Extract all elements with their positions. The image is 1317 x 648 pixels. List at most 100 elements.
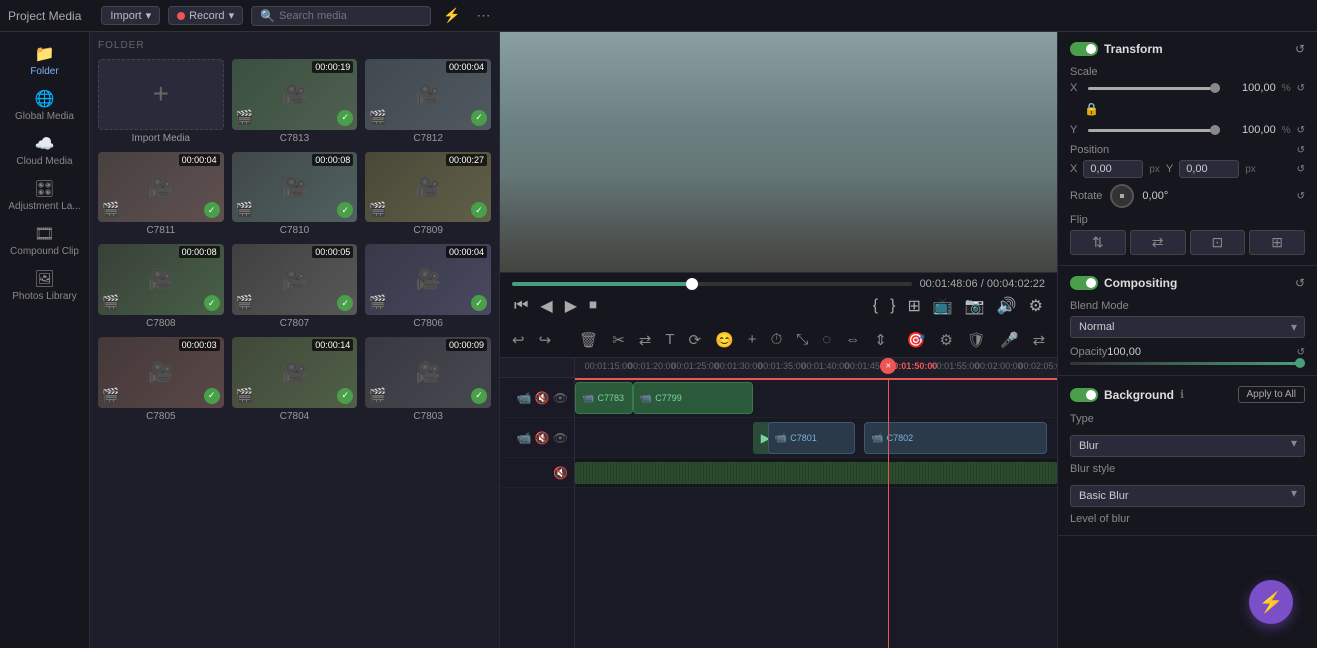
media-item-c7806[interactable]: 🎥 00:00:04 ✓ 🎬 C7806 [365, 244, 491, 329]
sidebar-item-folder[interactable]: 📁 Folder [4, 40, 85, 81]
mark-in-button[interactable]: { [871, 295, 880, 317]
opacity-slider[interactable] [1070, 362, 1305, 365]
tool-mask-button[interactable]: ◌ [818, 328, 835, 351]
tool-resize-button[interactable]: ⤡ [792, 328, 812, 351]
pos-x-input[interactable] [1083, 160, 1143, 178]
import-button[interactable]: Import ▾ [101, 6, 160, 25]
scale-x-thumb[interactable] [1210, 83, 1220, 93]
position-reset[interactable]: ↺ [1297, 145, 1305, 156]
tool-delete-button[interactable]: 🗑 [575, 328, 602, 352]
blend-mode-select[interactable]: Normal Multiply Screen Overlay [1070, 316, 1305, 338]
tool-add-button[interactable]: + [744, 328, 761, 351]
background-toggle[interactable] [1070, 388, 1098, 402]
clip-c7783[interactable]: 📹 C7783 [575, 382, 633, 414]
fab-button[interactable]: ⚡ [1249, 580, 1293, 624]
media-item-c7808[interactable]: 🎥 00:00:08 ✓ 🎬 C7808 [98, 244, 224, 329]
sidebar-item-compound[interactable]: 🎞 Compound Clip [4, 220, 85, 261]
media-item-c7813[interactable]: 🎥 00:00:19 ✓ 🎬 C7813 [232, 59, 358, 144]
tool-gear-button[interactable]: ⚙ [935, 328, 956, 352]
opacity-thumb[interactable] [1295, 358, 1305, 368]
media-item-c7811[interactable]: 🎥 00:00:04 ✓ 🎬 C7811 [98, 152, 224, 237]
tool-undo-button[interactable]: ↩ [508, 328, 529, 352]
scale-x-reset[interactable]: ↺ [1297, 83, 1305, 94]
settings-ctrl-button[interactable]: ⚙ [1027, 294, 1045, 318]
insert-button[interactable]: ⊞ [905, 294, 922, 318]
clip-c7801[interactable]: 📹 C7801 [768, 422, 855, 454]
tool-text-button[interactable]: T [661, 328, 678, 351]
flip-crop-button[interactable]: ⊡ [1190, 230, 1246, 255]
pos-reset[interactable]: ↺ [1297, 164, 1305, 175]
track-2-mute-icon[interactable]: 🔇 [535, 431, 550, 445]
progress-track[interactable] [512, 282, 912, 286]
scale-x-slider[interactable] [1088, 87, 1220, 90]
flip-horizontal-button[interactable]: ⇄ [1130, 230, 1186, 255]
track-1-video-icon[interactable]: 📹 [517, 391, 532, 405]
tool-timer-button[interactable]: ⏱ [767, 328, 787, 351]
audio-button[interactable]: 🔊 [995, 294, 1019, 318]
background-info-icon[interactable]: ℹ [1180, 388, 1184, 401]
sidebar-item-cloud[interactable]: ☁️ Cloud Media [4, 130, 85, 171]
tool-rotate-button[interactable]: ⟳ [685, 328, 706, 352]
sidebar-item-global[interactable]: 🌐 Global Media [4, 85, 85, 126]
media-item-c7812[interactable]: 🎥 00:00:04 ✓ 🎬 C7812 [365, 59, 491, 144]
tool-v-flip-button[interactable]: ⇕ [870, 328, 891, 352]
pos-y-input[interactable] [1179, 160, 1239, 178]
lock-icon[interactable]: 🔒 [1084, 102, 1099, 116]
track-3-mute-icon[interactable]: 🔇 [553, 466, 568, 480]
media-item-c7803[interactable]: 🎥 00:00:09 ✓ 🎬 C7803 [365, 337, 491, 422]
step-back-button[interactable]: ◀ [538, 294, 554, 318]
camera-button[interactable]: 📷 [963, 294, 987, 318]
progress-bar[interactable]: 00:01:48:06 / 00:04:02:22 [512, 278, 1045, 290]
media-item-c7807[interactable]: 🎥 00:00:05 ✓ 🎬 C7807 [232, 244, 358, 329]
tool-target-button[interactable]: 🎯 [903, 328, 930, 352]
tool-h-flip-button[interactable]: ⇔ [841, 328, 864, 351]
rotate-dial[interactable] [1110, 184, 1134, 208]
track-1-eye-icon[interactable]: 👁 [553, 391, 568, 405]
tool-emoji-button[interactable]: 😊 [711, 328, 738, 352]
progress-thumb[interactable] [686, 278, 698, 290]
import-media-item[interactable]: + Import Media [98, 59, 224, 144]
screen-button[interactable]: 📺 [931, 294, 955, 318]
scale-y-thumb[interactable] [1210, 125, 1220, 135]
search-input[interactable] [279, 10, 422, 22]
sidebar-item-photos[interactable]: 🖼 Photos Library [4, 265, 85, 306]
compositing-reset-icon[interactable]: ↺ [1295, 276, 1305, 290]
flip-vertical-button[interactable]: ⇅ [1070, 230, 1126, 255]
media-item-c7804[interactable]: 🎥 00:00:14 ✓ 🎬 C7804 [232, 337, 358, 422]
play-button[interactable]: ▶ [563, 294, 579, 318]
apply-to-all-button[interactable]: Apply to All [1238, 386, 1305, 403]
mark-out-button[interactable]: } [888, 295, 897, 317]
sidebar-item-adjustment[interactable]: 🎛 Adjustment La... [4, 175, 85, 216]
clip-c7799[interactable]: 📹 C7799 [633, 382, 754, 414]
media-item-c7810[interactable]: 🎥 00:00:08 ✓ 🎬 C7810 [232, 152, 358, 237]
skip-back-button[interactable]: ⏮ [512, 295, 530, 317]
more-options-icon[interactable]: ⋯ [473, 5, 495, 26]
rotate-reset[interactable]: ↺ [1297, 191, 1305, 202]
clip-c7802[interactable]: 📹 C7802 [864, 422, 1047, 454]
search-box[interactable]: 🔍 [251, 6, 431, 26]
transform-toggle[interactable] [1070, 42, 1098, 56]
tool-swap-button[interactable]: ⇄ [635, 328, 656, 352]
compositing-toggle[interactable] [1070, 276, 1098, 290]
stop-button[interactable]: ⏹ [587, 295, 599, 317]
tool-redo-button[interactable]: ↪ [535, 328, 556, 352]
scale-y-reset[interactable]: ↺ [1297, 125, 1305, 136]
track-2-eye-icon[interactable]: 👁 [553, 431, 568, 445]
import-media-box[interactable]: + [98, 59, 224, 130]
filter-icon[interactable]: ⚡ [439, 5, 464, 26]
opacity-reset[interactable]: ↺ [1297, 347, 1305, 358]
track-1-mute-icon[interactable]: 🔇 [535, 391, 550, 405]
media-item-c7809[interactable]: 🎥 00:00:27 ✓ 🎬 C7809 [365, 152, 491, 237]
record-button[interactable]: Record ▾ [168, 6, 243, 25]
transform-reset-icon[interactable]: ↺ [1295, 42, 1305, 56]
tool-shield-button[interactable]: 🛡 [963, 328, 990, 352]
tool-mic-button[interactable]: 🎤 [996, 328, 1023, 352]
blur-style-select[interactable]: Basic Blur Mosaic Gaussian [1070, 485, 1305, 507]
media-item-c7805[interactable]: 🎥 00:00:03 ✓ 🎬 C7805 [98, 337, 224, 422]
tool-transition-button[interactable]: ⇄ [1029, 328, 1050, 352]
track-2-video-icon[interactable]: 📹 [517, 431, 532, 445]
scale-y-slider[interactable] [1088, 129, 1220, 132]
flip-grid-button[interactable]: ⊞ [1249, 230, 1305, 255]
tool-cut-button[interactable]: ✂ [608, 328, 629, 352]
bg-type-select[interactable]: Blur Color Image [1070, 435, 1305, 457]
